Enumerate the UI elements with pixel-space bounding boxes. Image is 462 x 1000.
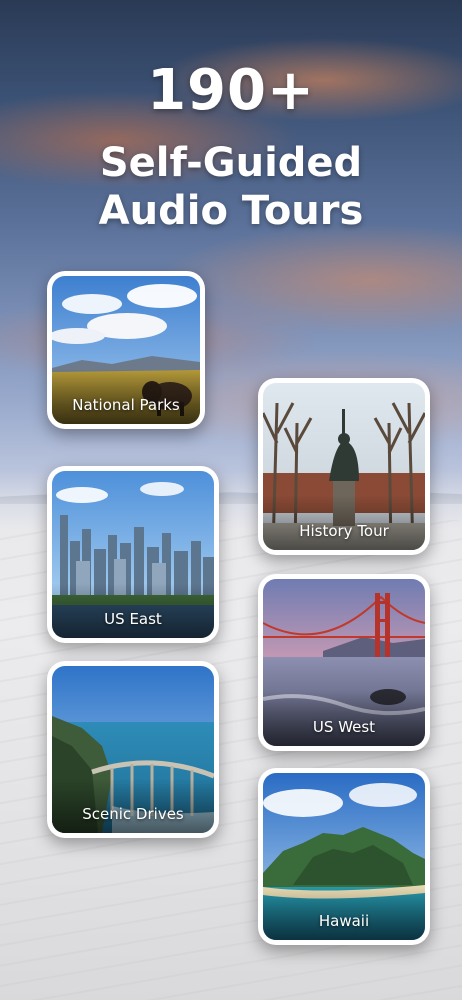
tour-label: Hawaii (318, 912, 370, 930)
golden-gate-bridge-photo: US West (263, 579, 425, 746)
tour-card-us-west[interactable]: US West (258, 574, 430, 751)
statue-tree-avenue-photo: History Tour (263, 383, 425, 550)
tour-card-national-parks[interactable]: National Parks (47, 271, 205, 429)
headline-line-2: Audio Tours (98, 188, 364, 234)
tour-label: History Tour (299, 522, 389, 540)
tour-label: Scenic Drives (82, 805, 184, 823)
tour-count: 190+ (147, 58, 315, 123)
coastal-bridge-photo: Scenic Drives (52, 666, 214, 833)
tour-label: US West (312, 718, 376, 736)
tropical-island-photo: Hawaii (263, 773, 425, 940)
tour-label: US East (104, 610, 162, 628)
tour-card-hawaii[interactable]: Hawaii (258, 768, 430, 945)
bison-prairie-photo: National Parks (52, 276, 200, 424)
tour-card-history-tour[interactable]: History Tour (258, 378, 430, 555)
tour-label: National Parks (72, 396, 180, 414)
city-skyline-photo: US East (52, 471, 214, 638)
tour-card-us-east[interactable]: US East (47, 466, 219, 643)
tour-card-scenic-drives[interactable]: Scenic Drives (47, 661, 219, 838)
headline-line-1: Self-Guided (99, 140, 363, 186)
